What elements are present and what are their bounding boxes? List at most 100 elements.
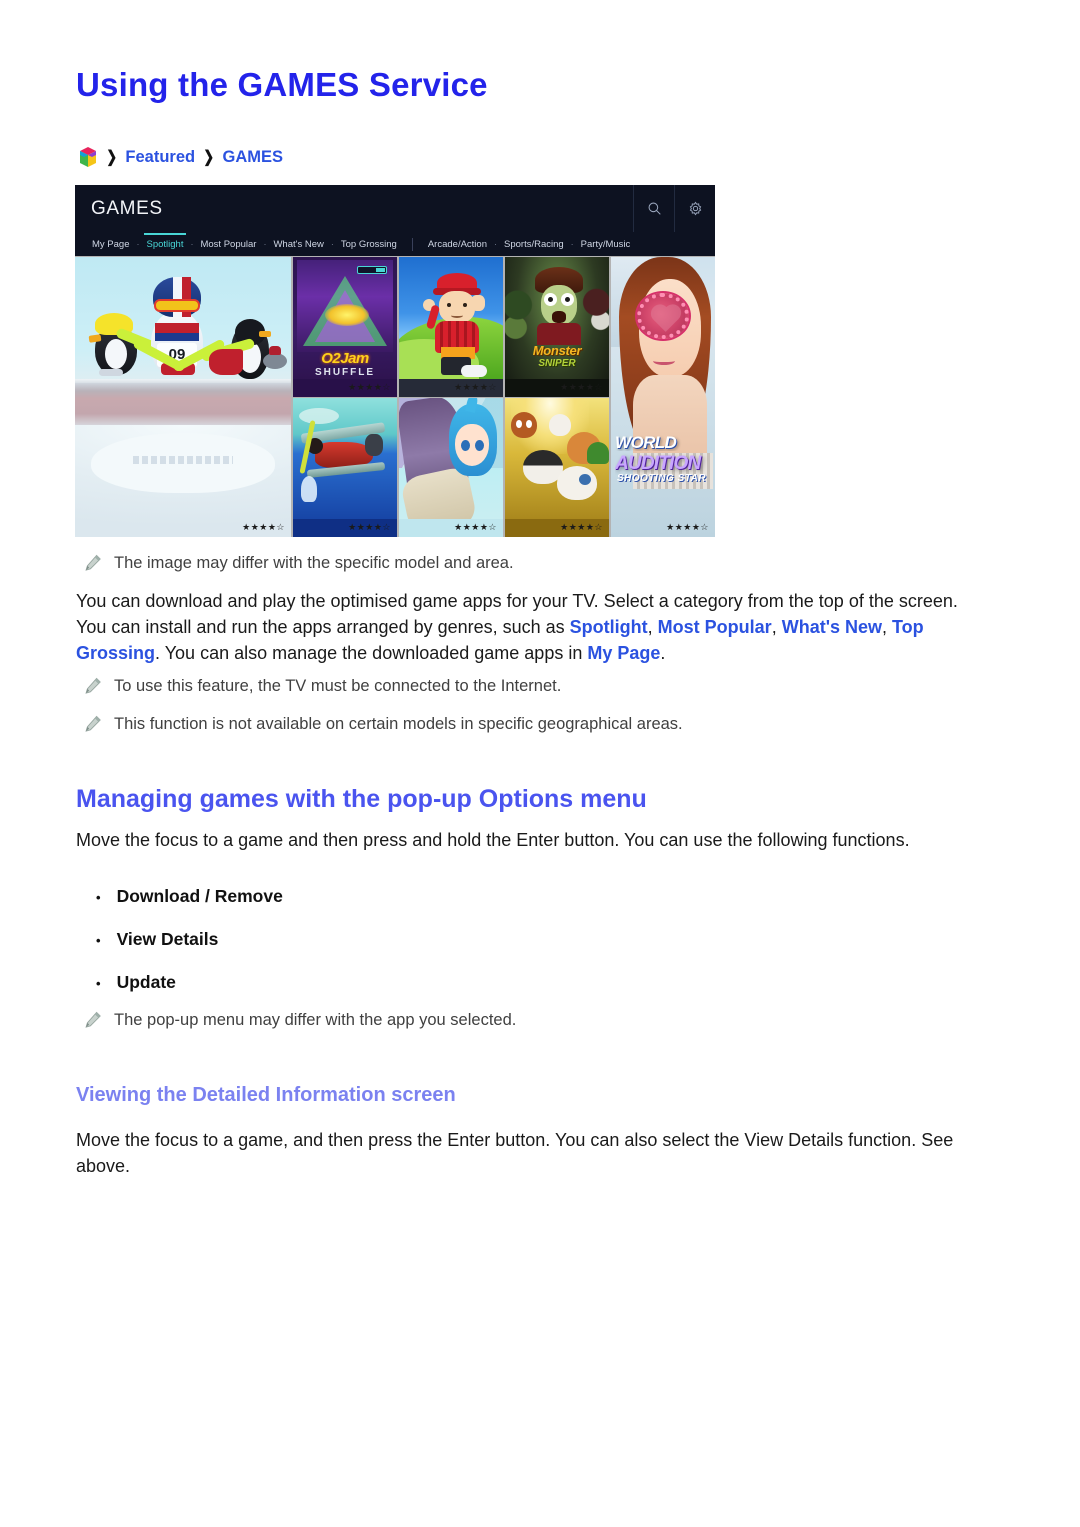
note-text: The pop-up menu may differ with the app … bbox=[114, 1011, 517, 1029]
tile-rating: ★★★★☆ bbox=[560, 522, 603, 532]
ojam-energy-bar bbox=[357, 266, 387, 274]
tv-nav-item-party-music[interactable]: Party/Music bbox=[574, 239, 638, 250]
search-icon[interactable] bbox=[633, 185, 674, 232]
note-text: This function is not available on certai… bbox=[114, 715, 683, 733]
game-tile-world-audition[interactable]: WORLD AUDITION SHOOTING STAR ★★★★☆ bbox=[611, 257, 715, 537]
option-label-update: Update bbox=[116, 972, 176, 992]
bullet-marker: • bbox=[96, 890, 101, 905]
tv-nav-item-sports-racing[interactable]: Sports/Racing bbox=[497, 239, 571, 250]
audition-logo-subtitle: SHOOTING STAR bbox=[617, 473, 707, 484]
game-tile-biplane[interactable]: ★★★★☆ bbox=[293, 398, 397, 537]
link-most-popular[interactable]: Most Popular bbox=[658, 617, 772, 637]
tv-category-nav: My Page · Spotlight · Most Popular · Wha… bbox=[75, 232, 715, 256]
game-tile-puppy-dogs[interactable]: ★★★★☆ bbox=[505, 398, 609, 537]
section-heading-managing: Managing games with the pop-up Options m… bbox=[76, 785, 647, 813]
audition-logo-line2: AUDITION bbox=[615, 453, 701, 474]
puppy-eye-2 bbox=[526, 420, 532, 428]
character-eye-left bbox=[461, 440, 470, 451]
option-label-download-remove: Download / Remove bbox=[116, 886, 283, 906]
managing-body-text: Move the focus to a game and then press … bbox=[76, 830, 910, 850]
breadcrumb-separator-1: ❯ bbox=[106, 149, 118, 166]
boy-character bbox=[423, 273, 487, 377]
puppy-brown-left bbox=[511, 412, 537, 438]
tv-game-grid: 09 ★★★★☆ O2Jam SHUFFLE ★★★★☆ ★★★★☆ Monst… bbox=[75, 257, 715, 537]
intro-sep-1: , bbox=[647, 616, 658, 637]
tv-header-title: GAMES bbox=[91, 197, 163, 219]
heart-sunglasses-icon bbox=[637, 293, 689, 339]
tile-rating: ★★★★☆ bbox=[454, 522, 497, 532]
audition-logo-line1: WORLD bbox=[615, 435, 677, 452]
ojam-gameplay-art bbox=[297, 260, 393, 352]
link-my-page[interactable]: My Page bbox=[587, 643, 660, 663]
tv-nav-item-most-popular[interactable]: Most Popular bbox=[193, 239, 263, 250]
rink-stands bbox=[75, 383, 291, 427]
tile-rating: ★★★★☆ bbox=[666, 522, 709, 532]
link-spotlight[interactable]: Spotlight bbox=[570, 617, 648, 637]
breadcrumb-separator-2: ❯ bbox=[203, 149, 215, 166]
note-text: To use this feature, the TV must be conn… bbox=[114, 677, 562, 695]
note-image-differ: The image may differ with the specific m… bbox=[84, 552, 984, 576]
water-splash bbox=[301, 476, 317, 502]
nav-divider bbox=[411, 237, 413, 251]
ojam-logo-subtitle: SHUFFLE bbox=[314, 367, 376, 378]
tv-nav-item-spotlight[interactable]: Spotlight bbox=[140, 232, 191, 250]
heart-shape bbox=[653, 307, 679, 332]
intro-paragraph: You can download and play the optimised … bbox=[76, 589, 984, 667]
plant-bush bbox=[587, 442, 609, 464]
list-item: • View Details bbox=[96, 929, 283, 950]
intro-text-3: . bbox=[660, 642, 666, 663]
game-tile-penguin-curling[interactable]: 09 ★★★★☆ bbox=[75, 257, 291, 537]
tile-rating: ★★★★☆ bbox=[348, 382, 391, 392]
curling-stone bbox=[263, 346, 287, 369]
tile-rating: ★★★★☆ bbox=[560, 382, 603, 392]
breadcrumb-item-games[interactable]: GAMES bbox=[223, 148, 284, 167]
option-label-view-details: View Details bbox=[116, 929, 219, 949]
game-tile-boy-outdoor[interactable]: ★★★★☆ bbox=[399, 257, 503, 397]
tv-nav-item-whats-new[interactable]: What's New bbox=[266, 239, 330, 250]
tile-rating: ★★★★☆ bbox=[242, 522, 285, 532]
puppy-eye-1 bbox=[516, 420, 522, 428]
note-text: The image may differ with the specific m… bbox=[114, 554, 514, 572]
tile-rating: ★★★★☆ bbox=[348, 522, 391, 532]
dalmatian-spot bbox=[579, 474, 591, 485]
smart-hub-cube-icon bbox=[78, 146, 98, 168]
bullet-marker: • bbox=[96, 933, 101, 948]
game-tile-anime-girl[interactable]: ★★★★☆ bbox=[399, 398, 503, 537]
puppy-dalmatian bbox=[557, 466, 597, 500]
character-smile bbox=[653, 357, 675, 365]
rink-logo-text bbox=[133, 456, 233, 464]
options-bullet-list: • Download / Remove • View Details • Upd… bbox=[96, 886, 283, 1015]
monster-crowd bbox=[505, 277, 609, 347]
monster-logo-title: Monster bbox=[532, 343, 582, 358]
intro-text-2: . You can also manage the downloaded gam… bbox=[155, 642, 588, 663]
note-internet-required: To use this feature, the TV must be conn… bbox=[84, 675, 984, 699]
pencil-icon bbox=[85, 715, 101, 732]
note-popup-differ: The pop-up menu may differ with the app … bbox=[84, 1009, 984, 1033]
link-whats-new[interactable]: What's New bbox=[782, 617, 882, 637]
penguin-right bbox=[200, 315, 275, 385]
breadcrumb-item-featured[interactable]: Featured bbox=[125, 148, 195, 167]
monster-logo-subtitle: SNIPER bbox=[538, 358, 576, 369]
game-tile-ojam-shuffle[interactable]: O2Jam SHUFFLE ★★★★☆ bbox=[293, 257, 397, 397]
tv-header-icons bbox=[633, 185, 715, 232]
breadcrumb: ❯ Featured ❯ GAMES bbox=[78, 146, 283, 168]
list-item: • Download / Remove bbox=[96, 886, 283, 907]
tv-nav-item-arcade-action[interactable]: Arcade/Action bbox=[421, 239, 494, 250]
settings-gear-icon[interactable] bbox=[674, 185, 715, 232]
tv-header: GAMES bbox=[75, 185, 715, 232]
tv-nav-item-my-page[interactable]: My Page bbox=[85, 239, 137, 250]
section-heading-viewing: Viewing the Detailed Information screen bbox=[76, 1084, 456, 1106]
page-title: Using the GAMES Service bbox=[76, 66, 488, 103]
cloud-shape bbox=[299, 408, 339, 424]
pencil-icon bbox=[85, 1011, 101, 1028]
game-tile-monster-sniper[interactable]: Monster SNIPER ★★★★☆ bbox=[505, 257, 609, 397]
penguin-center: 09 bbox=[132, 277, 226, 385]
tv-screenshot-image: GAMES My Page · Spotlight · Most Popular… bbox=[75, 185, 715, 537]
plane-tail bbox=[365, 434, 383, 456]
character-eye-right bbox=[475, 440, 484, 451]
intro-sep-3: , bbox=[882, 616, 893, 637]
ojam-logo-title: O2Jam bbox=[321, 350, 369, 367]
tv-nav-item-top-grossing[interactable]: Top Grossing bbox=[334, 239, 404, 250]
list-item: • Update bbox=[96, 972, 283, 993]
ojam-note-glow bbox=[325, 304, 369, 326]
